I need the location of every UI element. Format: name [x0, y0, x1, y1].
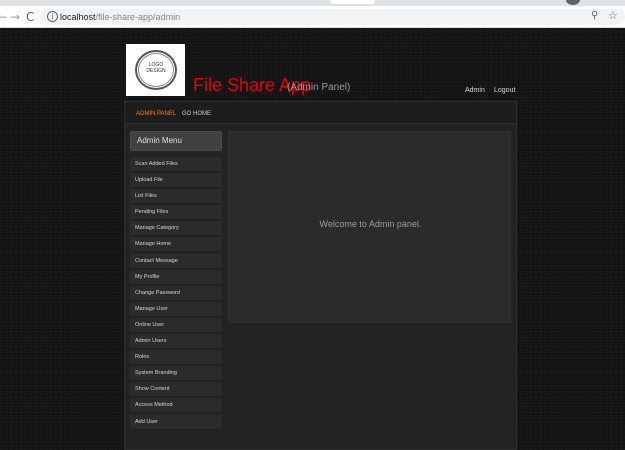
logo[interactable]: LOGO DESIGN — [126, 44, 185, 96]
logo-text-line2: DESIGN — [146, 68, 166, 74]
url-path: /file-share-app/admin — [95, 12, 181, 22]
menu-item-change-password[interactable]: Change Password — [130, 285, 222, 301]
welcome-message: Welcome to Admin panel. — [319, 219, 422, 229]
browser-active-tab[interactable] — [330, 0, 375, 4]
menu-item-roles[interactable]: Roles — [130, 350, 222, 366]
admin-menu-list: Scan Added Files Upload File List Files … — [130, 157, 222, 431]
menu-item-manage-home[interactable]: Manage Home — [130, 237, 222, 253]
menu-item-pending-files[interactable]: Pending Files — [130, 205, 222, 221]
menu-item-my-profile[interactable]: My Profile — [130, 269, 222, 285]
menu-item-show-content[interactable]: Show Content — [130, 382, 222, 398]
app-subtitle: (Admin Panel) — [287, 82, 351, 93]
menu-item-system-branding[interactable]: System Branding — [130, 366, 222, 382]
reload-icon[interactable]: C — [26, 10, 34, 24]
menu-item-contact-message[interactable]: Contact Message — [130, 253, 222, 269]
address-bar[interactable]: i localhost/file-share-app/admin ⚲ ☆ — [40, 9, 625, 25]
menu-item-access-method[interactable]: Access Method — [130, 398, 222, 414]
logout-link[interactable]: Logout — [494, 86, 515, 96]
top-navbar: ADMIN PANEL GO HOME — [125, 102, 516, 124]
admin-link[interactable]: Admin — [465, 86, 485, 96]
menu-item-manage-user[interactable]: Manage User — [130, 301, 222, 317]
url-host: localhost — [60, 12, 96, 22]
back-icon[interactable]: ← — [0, 10, 7, 24]
menu-item-list-files[interactable]: List Files — [130, 189, 222, 205]
menu-item-online-user[interactable]: Online User — [130, 317, 222, 333]
bookmark-star-icon[interactable]: ☆ — [608, 9, 618, 22]
menu-item-add-user[interactable]: Add User — [130, 414, 222, 430]
forward-icon[interactable]: → — [10, 10, 20, 24]
nav-admin-panel[interactable]: ADMIN PANEL — [136, 110, 176, 118]
zoom-icon[interactable]: ⚲ — [591, 10, 598, 21]
info-icon[interactable]: i — [47, 11, 58, 22]
logo-text: LOGO DESIGN — [138, 62, 174, 74]
menu-item-admin-users[interactable]: Admin Users — [130, 334, 222, 350]
menu-item-manage-category[interactable]: Manage Category — [130, 221, 222, 237]
menu-item-upload-file[interactable]: Upload File — [130, 173, 222, 189]
nav-go-home[interactable]: GO HOME — [182, 110, 211, 118]
profile-avatar-icon[interactable] — [566, 0, 580, 5]
admin-menu-header: Admin Menu — [130, 131, 222, 151]
url-text: localhost/file-share-app/admin — [60, 10, 180, 24]
content-area: Welcome to Admin panel. — [228, 131, 511, 323]
browser-toolbar: ← → C i localhost/file-share-app/admin ⚲… — [0, 6, 625, 28]
menu-item-scan-added-files[interactable]: Scan Added Files — [130, 157, 222, 172]
